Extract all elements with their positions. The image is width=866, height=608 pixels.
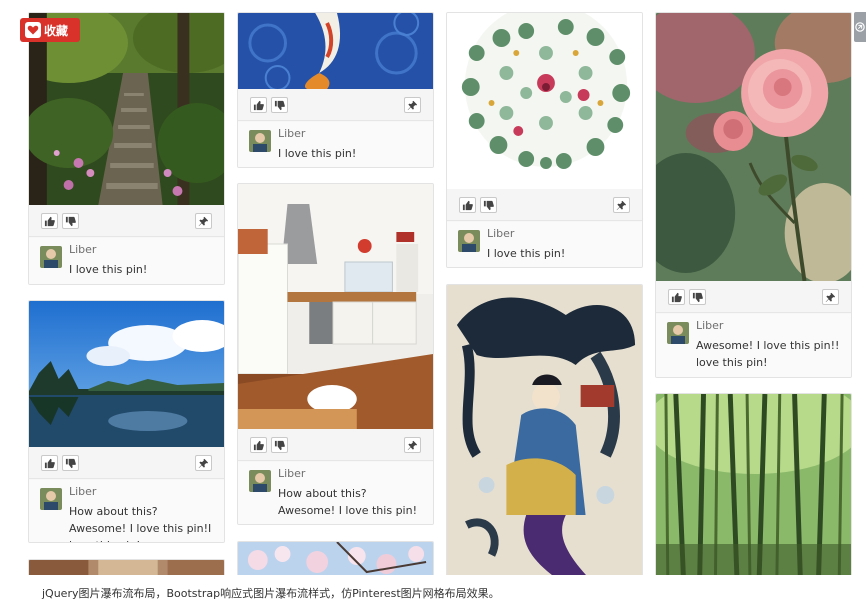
- pin-button[interactable]: [404, 437, 421, 453]
- pin-image[interactable]: [238, 184, 433, 429]
- dislike-button[interactable]: [271, 437, 288, 453]
- heart-icon: [25, 22, 41, 38]
- pin-footer: Liber How about this? Awesome! I love th…: [238, 462, 433, 524]
- avatar[interactable]: [249, 130, 271, 152]
- pin-footer: Liber Awesome! I love this pin!! love th…: [656, 314, 851, 377]
- like-button[interactable]: [250, 97, 267, 113]
- thumbs-up-icon: [253, 440, 264, 450]
- pin-card[interactable]: Liber I love this pin!: [28, 12, 225, 285]
- like-button[interactable]: [459, 197, 476, 213]
- side-toggle-button[interactable]: [854, 12, 866, 42]
- pin-button[interactable]: [404, 97, 421, 113]
- pin-button[interactable]: [822, 289, 839, 305]
- pin-actions: [447, 189, 642, 221]
- pin-actions: [29, 205, 224, 237]
- pin-image[interactable]: [656, 13, 851, 281]
- page-caption: jQuery图片瀑布流布局，Bootstrap响应式图片瀑布流样式，仿Pinte…: [42, 587, 500, 600]
- thumbs-up-icon: [462, 200, 473, 210]
- pushpin-icon: [198, 216, 209, 226]
- user-name[interactable]: Liber: [278, 127, 305, 140]
- pin-actions: [238, 89, 433, 121]
- pinterest-grid-demo: Liber I love this pin! Liber How about t…: [0, 0, 866, 608]
- pin-footer: Liber How about this? Awesome! I love th…: [29, 480, 224, 542]
- pin-footer: Liber I love this pin!: [29, 238, 224, 284]
- dislike-button[interactable]: [271, 97, 288, 113]
- pin-actions: [656, 281, 851, 313]
- pin-image[interactable]: [238, 13, 433, 89]
- thumbs-up-icon: [671, 292, 682, 302]
- thumbs-up-icon: [44, 216, 55, 226]
- pin-card[interactable]: [655, 393, 852, 583]
- pin-actions: [238, 429, 433, 461]
- avatar[interactable]: [249, 470, 271, 492]
- like-button[interactable]: [41, 213, 58, 229]
- user-name[interactable]: Liber: [487, 227, 514, 240]
- thumbs-up-icon: [253, 100, 264, 110]
- pushpin-icon: [198, 458, 209, 468]
- dislike-button[interactable]: [480, 197, 497, 213]
- dislike-button[interactable]: [62, 213, 79, 229]
- pin-button[interactable]: [613, 197, 630, 213]
- thumbs-down-icon: [274, 440, 285, 450]
- user-name[interactable]: Liber: [278, 467, 305, 480]
- pin-image[interactable]: [656, 394, 851, 582]
- avatar[interactable]: [40, 488, 62, 510]
- pin-card[interactable]: Liber How about this? Awesome! I love th…: [28, 300, 225, 543]
- thumbs-up-icon: [44, 458, 55, 468]
- pin-comment: I love this pin!: [487, 247, 566, 260]
- pushpin-icon: [825, 292, 836, 302]
- pin-footer: Liber I love this pin!: [238, 122, 433, 167]
- avatar[interactable]: [458, 230, 480, 252]
- pin-comment: I love this pin!: [69, 263, 148, 276]
- user-name[interactable]: Liber: [69, 485, 96, 498]
- pin-comment: How about this? Awesome! I love this pin…: [278, 487, 417, 517]
- thumbs-down-icon: [65, 458, 76, 468]
- like-button[interactable]: [250, 437, 267, 453]
- circle-arrow-icon: [855, 22, 865, 32]
- pin-card[interactable]: Liber I love this pin!: [237, 12, 434, 168]
- dislike-button[interactable]: [62, 455, 79, 471]
- pin-image[interactable]: [447, 285, 642, 583]
- favorite-label: 收藏: [44, 23, 69, 38]
- thumbs-down-icon: [483, 200, 494, 210]
- pin-card[interactable]: [446, 284, 643, 584]
- avatar[interactable]: [667, 322, 689, 344]
- pin-image[interactable]: [447, 13, 642, 189]
- favorite-button[interactable]: 收藏: [20, 18, 80, 42]
- user-name[interactable]: Liber: [696, 319, 723, 332]
- avatar[interactable]: [40, 246, 62, 268]
- pin-card[interactable]: Liber How about this? Awesome! I love th…: [237, 183, 434, 525]
- pin-footer: Liber I love this pin!: [447, 222, 642, 267]
- thumbs-down-icon: [692, 292, 703, 302]
- thumbs-down-icon: [274, 100, 285, 110]
- pin-comment: Awesome! I love this pin!! love this pin…: [696, 339, 840, 369]
- pin-button[interactable]: [195, 455, 212, 471]
- pushpin-icon: [407, 440, 418, 450]
- pin-button[interactable]: [195, 213, 212, 229]
- pin-card[interactable]: Liber I love this pin!: [446, 12, 643, 268]
- like-button[interactable]: [41, 455, 58, 471]
- pushpin-icon: [407, 100, 418, 110]
- pin-comment: I love this pin!: [278, 147, 357, 160]
- dislike-button[interactable]: [689, 289, 706, 305]
- pin-actions: [29, 447, 224, 479]
- pin-image[interactable]: [29, 301, 224, 447]
- pushpin-icon: [616, 200, 627, 210]
- thumbs-down-icon: [65, 216, 76, 226]
- like-button[interactable]: [668, 289, 685, 305]
- pin-card[interactable]: Liber Awesome! I love this pin!! love th…: [655, 12, 852, 378]
- pin-comment: How about this? Awesome! I love this pin…: [69, 505, 212, 542]
- user-name[interactable]: Liber: [69, 243, 96, 256]
